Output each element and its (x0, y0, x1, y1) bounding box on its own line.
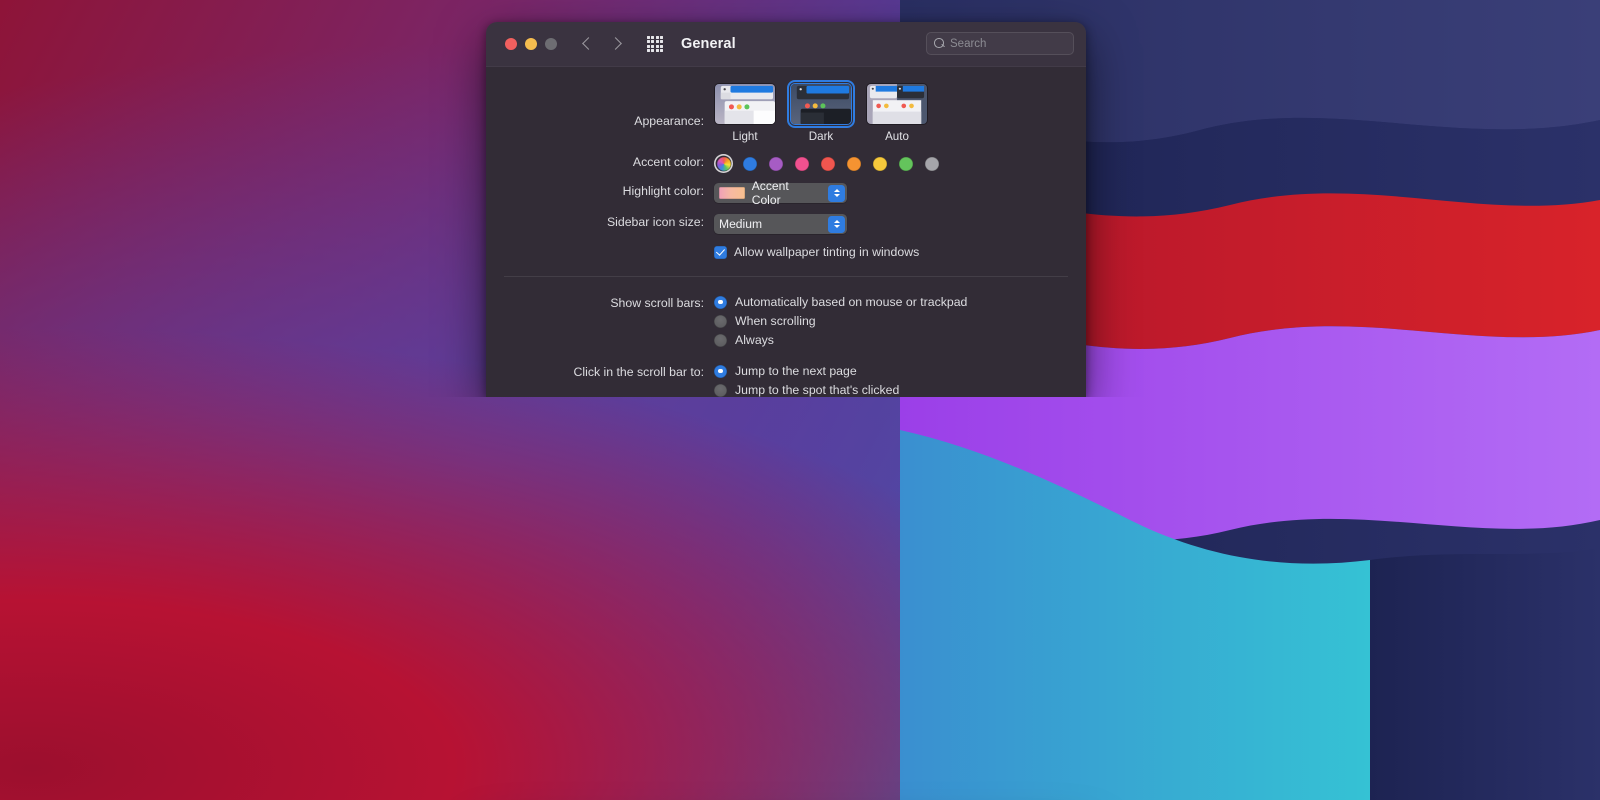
auto-thumbnail (866, 83, 928, 125)
settings-rows: Appearance: Light Dark Auto Accent color… (486, 67, 1086, 397)
accent-swatch-multicolor[interactable] (714, 154, 733, 173)
highlight-color-label: Highlight color: (622, 184, 704, 198)
radio-button[interactable] (714, 295, 727, 309)
accent-swatch-graphite[interactable] (922, 154, 941, 173)
highlight-color-swatch (719, 187, 745, 199)
panel-tinting-enabled: General Search Appearance: Light Dark Au… (0, 0, 1600, 397)
panel-tinting-disabled: General Search Appearance: (0, 397, 1600, 800)
click-scroll-bar-row: Click in the scroll bar to: Jump to the … (486, 364, 1086, 397)
section-divider (504, 276, 1068, 277)
accent-swatch-purple[interactable] (766, 154, 785, 173)
page-title: General (681, 36, 736, 52)
appearance-label-light: Light (732, 130, 758, 143)
wallpaper-tinting-label: Allow wallpaper tinting in windows (734, 245, 920, 259)
sidebar-icon-size-value: Medium (719, 217, 763, 231)
appearance-label-dark: Dark (808, 130, 834, 143)
dark-thumbnail-selected (787, 80, 855, 128)
sidebar-icon-size-label: Sidebar icon size: (606, 215, 704, 229)
accent-swatch-pink[interactable] (792, 154, 811, 173)
highlight-color-popup[interactable]: Accent Color (714, 179, 847, 207)
close-button[interactable] (505, 38, 517, 50)
system-preferences-window-tinted: General Search Appearance: Light Dark Au… (486, 22, 1086, 397)
sidebar-icon-size-popup[interactable]: Medium (714, 214, 847, 234)
accent-color-label: Accent color: (632, 155, 704, 169)
desktop-wallpaper (0, 397, 1600, 800)
radio-button[interactable] (714, 364, 727, 378)
search-icon (934, 38, 945, 49)
back-chevron-icon[interactable] (581, 38, 594, 51)
wallpaper-tinting-checkbox-line[interactable]: Allow wallpaper tinting in windows (714, 245, 1086, 259)
click-scroll-bar-options: Jump to the next page Jump to the spot t… (714, 364, 1086, 397)
wallpaper-waves (900, 397, 1600, 800)
zoom-button[interactable] (545, 38, 557, 50)
sidebar-icon-size-row: Sidebar icon size: Medium (486, 214, 1086, 234)
search-placeholder: Search (950, 37, 987, 50)
minimize-button[interactable] (525, 38, 537, 50)
click-scroll-bar-label: Click in the scroll bar to: (573, 365, 704, 379)
light-preview-icon (715, 84, 775, 124)
show-scroll-bars-options: Automatically based on mouse or trackpad… (714, 295, 1086, 347)
radio-when-scrolling[interactable]: When scrolling (714, 314, 1086, 328)
window-body: Appearance: Light Dark Auto Accent color… (486, 67, 1086, 397)
appearance-options: Light Dark Auto (714, 80, 1086, 143)
chevron-updown-icon (828, 215, 845, 233)
radio-auto-scrollbars[interactable]: Automatically based on mouse or trackpad (714, 295, 1086, 309)
highlight-color-row: Highlight color: Accent Color (486, 179, 1086, 207)
accent-swatch-yellow[interactable] (870, 154, 889, 173)
wallpaper-tinting-row: Allow wallpaper tinting in windows (486, 245, 1086, 259)
show-scroll-bars-label: Show scroll bars: (610, 296, 704, 310)
radio-label: Always (735, 333, 774, 347)
show-all-grid-icon[interactable] (647, 36, 663, 52)
radio-button[interactable] (714, 314, 727, 328)
wallpaper-tinting-checkbox[interactable] (714, 245, 727, 259)
radio-button[interactable] (714, 333, 727, 347)
accent-swatch-red[interactable] (818, 154, 837, 173)
appearance-label: Appearance: (634, 114, 704, 128)
navigation-controls (581, 38, 623, 51)
radio-label: Automatically based on mouse or trackpad (735, 295, 968, 309)
appearance-label-auto: Auto (885, 130, 909, 143)
appearance-option-dark[interactable]: Dark (787, 80, 855, 143)
wave-shapes (900, 397, 1600, 800)
accent-color-row: Accent color: (486, 154, 1086, 173)
search-field[interactable]: Search (926, 32, 1074, 55)
show-scroll-bars-row: Show scroll bars: Automatically based on… (486, 295, 1086, 347)
accent-color-swatches (714, 154, 1086, 173)
screenshot-stage: General Search Appearance: Light Dark Au… (0, 0, 1600, 800)
light-thumbnail (714, 83, 776, 125)
dark-preview-icon (791, 84, 851, 124)
radio-jump-to-spot[interactable]: Jump to the spot that's clicked (714, 383, 1086, 397)
accent-swatch-green[interactable] (896, 154, 915, 173)
traffic-lights (505, 38, 557, 50)
radio-label: Jump to the next page (735, 364, 857, 378)
accent-swatch-blue[interactable] (740, 154, 759, 173)
window-titlebar: General Search (486, 22, 1086, 67)
chevron-updown-icon (828, 184, 845, 202)
highlight-color-value: Accent Color (751, 179, 789, 207)
appearance-option-light[interactable]: Light (714, 83, 776, 143)
auto-preview-icon (867, 84, 927, 124)
radio-button[interactable] (714, 383, 727, 397)
accent-swatch-orange[interactable] (844, 154, 863, 173)
radio-label: Jump to the spot that's clicked (735, 383, 900, 397)
radio-always[interactable]: Always (714, 333, 1086, 347)
forward-chevron-icon[interactable] (610, 38, 623, 51)
radio-label: When scrolling (735, 314, 816, 328)
appearance-row: Appearance: Light Dark Auto (486, 80, 1086, 143)
appearance-option-auto[interactable]: Auto (866, 83, 928, 143)
radio-jump-next-page[interactable]: Jump to the next page (714, 364, 1086, 378)
